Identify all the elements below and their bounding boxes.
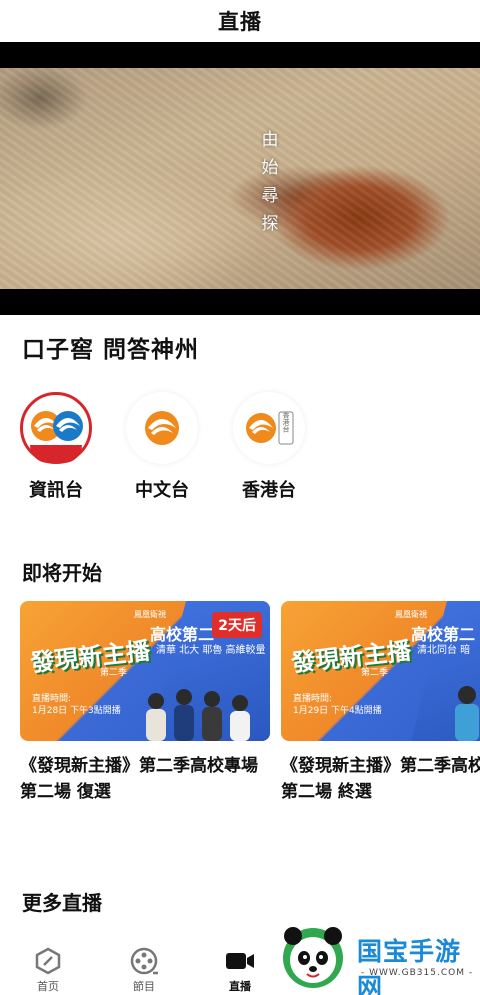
- thumb-season-tag: 第二季: [361, 668, 389, 678]
- phoenix-logo-icon: [145, 411, 179, 445]
- upcoming-card-thumbnail[interactable]: 鳳凰衛視 發現新主播 第二季 高校第二 清華 北大 耶魯 高維較量 直播時間: …: [20, 601, 270, 741]
- more-live-section-title: 更多直播: [22, 891, 102, 915]
- tab-home-label: 首页: [37, 980, 59, 993]
- tab-programs-label: 節目: [133, 980, 155, 993]
- phoenix-logo-icon: [31, 411, 83, 441]
- upcoming-card-title[interactable]: 《發現新主播》第二季高校專場第二場 終選: [281, 753, 480, 805]
- upcoming-card-thumbnail[interactable]: 鳳凰衛視 發現新主播 第二季 高校第二 清北同台 暗 直播時間: 1月29日 下…: [281, 601, 480, 741]
- watermark-text: 国宝手游网: [357, 937, 462, 995]
- video-overlay-text: 由 始 尋 探: [261, 130, 279, 234]
- live-indicator: [30, 445, 82, 463]
- channel-list: 資訊台 中文台 香港台 香港台: [0, 392, 480, 502]
- thumb-air-time: 1月29日 下午4點開播: [293, 706, 382, 716]
- contestants-illustration: [146, 689, 250, 741]
- watermark-url: - WWW.GB315.COM -: [361, 968, 474, 978]
- thumb-season-tag: 第二季: [100, 668, 128, 678]
- channel-news-logo: [20, 392, 92, 464]
- thumb-air-time: 1月28日 下午3點開播: [32, 706, 121, 716]
- contestant-illustration: [455, 686, 479, 741]
- site-watermark: 国宝手游网 - WWW.GB315.COM -: [265, 914, 480, 995]
- channel-hongkong-logo: 香港台: [233, 392, 305, 464]
- home-icon: [35, 947, 61, 975]
- upcoming-section-title: 即将开始: [22, 561, 102, 585]
- video-player[interactable]: 由 始 尋 探: [0, 42, 480, 315]
- channel-chinese-logo: [126, 392, 198, 464]
- panda-logo-icon: [283, 927, 343, 988]
- channel-hongkong-label: 香港台: [242, 480, 296, 501]
- upcoming-card-title[interactable]: 《發現新主播》第二季高校專場第二場 復選: [20, 753, 270, 805]
- thumb-subline: 清北同台 暗: [417, 645, 471, 656]
- thumb-channel-tag: 鳳凰衛視: [134, 610, 166, 619]
- page-title: 直播: [218, 10, 262, 34]
- video-camera-icon: [226, 953, 254, 969]
- channel-chinese[interactable]: 中文台: [117, 392, 207, 502]
- video-frame[interactable]: 由 始 尋 探: [0, 68, 480, 289]
- channel-news-label: 資訊台: [29, 480, 83, 501]
- thumb-channel-tag: 鳳凰衛視: [395, 610, 427, 619]
- current-program-title: 口子窖 問答神州: [22, 337, 200, 363]
- channel-hongkong[interactable]: 香港台 香港台: [224, 392, 314, 502]
- thumb-subline: 清華 北大 耶魯 高維較量: [156, 645, 266, 656]
- tab-programs[interactable]: 節目: [114, 946, 174, 994]
- tab-live[interactable]: 直播: [210, 946, 270, 994]
- channel-hongkong-logo-tag: 香港台: [282, 411, 290, 434]
- upcoming-card[interactable]: 鳳凰衛視 發現新主播 第二季 高校第二 清華 北大 耶魯 高維較量 直播時間: …: [20, 601, 270, 805]
- tab-home[interactable]: 首页: [18, 946, 78, 994]
- tab-live-label: 直播: [229, 980, 251, 993]
- thumb-show-logo: 發現新主播: [290, 635, 413, 678]
- page-header: 直播: [0, 0, 480, 42]
- upcoming-card-list[interactable]: 鳳凰衛視 發現新主播 第二季 高校第二 清華 北大 耶魯 高維較量 直播時間: …: [20, 601, 480, 811]
- channel-chinese-label: 中文台: [135, 480, 189, 501]
- thumb-show-logo: 發現新主播: [29, 635, 152, 678]
- phoenix-logo-icon: 香港台: [246, 411, 294, 445]
- film-reel-icon: [130, 947, 158, 975]
- channel-news[interactable]: 資訊台: [11, 392, 101, 502]
- upcoming-card[interactable]: 鳳凰衛視 發現新主播 第二季 高校第二 清北同台 暗 直播時間: 1月29日 下…: [281, 601, 480, 805]
- countdown-badge: 2天后: [212, 612, 262, 638]
